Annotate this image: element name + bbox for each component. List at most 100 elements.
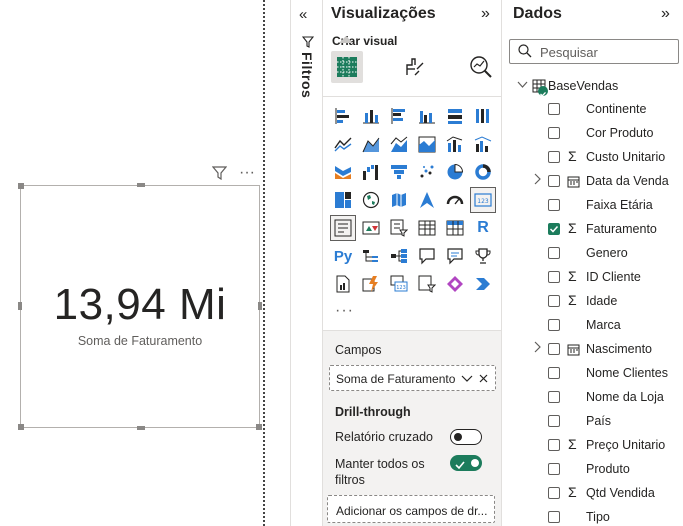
matrix-icon[interactable] — [443, 216, 467, 240]
filled-map-icon[interactable] — [387, 188, 411, 212]
more-visuals-chevron-icon[interactable] — [471, 272, 495, 296]
keep-all-filters-toggle[interactable] — [450, 455, 482, 471]
area-chart-icon[interactable] — [359, 132, 383, 156]
resize-handle[interactable] — [256, 424, 262, 430]
treemap-icon[interactable] — [331, 188, 355, 212]
line-clustered-column-icon[interactable] — [471, 132, 495, 156]
stacked-bar-chart-icon[interactable] — [331, 104, 355, 128]
card-visual[interactable]: 13,94 Mi Soma de Faturamento — [18, 183, 262, 430]
kpi-icon[interactable] — [359, 216, 383, 240]
field-row[interactable]: Σ Qtd Vendida — [503, 482, 683, 506]
table-icon[interactable] — [415, 216, 439, 240]
resize-handle[interactable] — [18, 424, 24, 430]
get-more-visuals-ellipsis[interactable]: ··· — [335, 302, 354, 320]
field-row[interactable]: País — [503, 410, 683, 434]
qna-icon[interactable] — [415, 244, 439, 268]
slicer-icon[interactable] — [387, 216, 411, 240]
chevron-right-icon[interactable] — [532, 341, 542, 356]
search-input[interactable]: Pesquisar — [509, 39, 679, 64]
field-checkbox[interactable] — [548, 415, 560, 427]
add-drillthrough-fields[interactable]: Adicionar os campos de dr... — [327, 495, 495, 523]
r-script-visual-icon[interactable]: R — [471, 216, 495, 240]
field-checkbox[interactable] — [548, 319, 560, 331]
field-row[interactable]: Nome Clientes — [503, 362, 683, 386]
fields-well[interactable]: Soma de Faturamento — [329, 365, 496, 391]
field-row[interactable]: Σ Custo Unitario — [503, 146, 683, 170]
100-stacked-area-icon[interactable] — [415, 132, 439, 156]
collapse-icon[interactable]: « — [299, 6, 307, 23]
donut-chart-icon[interactable] — [471, 160, 495, 184]
field-row[interactable]: Nascimento — [503, 338, 683, 362]
field-row[interactable]: Tipo — [503, 506, 683, 526]
clustered-column-chart-icon[interactable] — [415, 104, 439, 128]
field-checkbox[interactable] — [548, 223, 560, 235]
field-checkbox[interactable] — [548, 271, 560, 283]
field-checkbox[interactable] — [548, 511, 560, 523]
cross-report-toggle[interactable] — [450, 429, 482, 445]
format-visual-tab[interactable] — [399, 51, 431, 83]
python-visual-icon[interactable]: Py — [331, 244, 355, 268]
azure-map-icon[interactable] — [415, 188, 439, 212]
goals-trophy-icon[interactable] — [471, 244, 495, 268]
100-stacked-column-icon[interactable] — [471, 104, 495, 128]
funnel-chart-icon[interactable] — [387, 160, 411, 184]
resize-handle[interactable] — [18, 183, 24, 189]
field-row[interactable]: Produto — [503, 458, 683, 482]
field-row[interactable]: Nome da Loja — [503, 386, 683, 410]
key-influencers-icon[interactable] — [359, 244, 383, 268]
more-options-icon[interactable]: ··· — [238, 164, 256, 182]
field-row[interactable]: Data da Venda — [503, 170, 683, 194]
multi-row-card-icon[interactable] — [330, 215, 356, 241]
decomposition-tree-icon[interactable] — [387, 244, 411, 268]
chevron-down-icon[interactable] — [517, 77, 528, 95]
field-checkbox[interactable] — [548, 487, 560, 499]
field-checkbox[interactable] — [548, 439, 560, 451]
smart-narrative-icon[interactable] — [443, 244, 467, 268]
filter-icon[interactable] — [210, 164, 228, 182]
build-visual-tab[interactable] — [331, 51, 363, 83]
line-chart-icon[interactable] — [331, 132, 355, 156]
stacked-area-chart-icon[interactable] — [387, 132, 411, 156]
field-row[interactable]: Genero — [503, 242, 683, 266]
chevron-down-icon[interactable] — [461, 371, 473, 389]
field-row[interactable]: Σ Preço Unitario — [503, 434, 683, 458]
resize-handle[interactable] — [137, 183, 145, 187]
field-checkbox[interactable] — [548, 175, 560, 187]
field-checkbox[interactable] — [548, 343, 560, 355]
field-checkbox[interactable] — [548, 391, 560, 403]
field-checkbox[interactable] — [548, 463, 560, 475]
filters-label[interactable]: Filtros — [299, 52, 315, 98]
scatter-chart-icon[interactable] — [415, 160, 439, 184]
paginated-report-icon[interactable] — [331, 272, 355, 296]
field-checkbox[interactable] — [548, 127, 560, 139]
field-checkbox[interactable] — [548, 199, 560, 211]
waterfall-chart-icon[interactable] — [359, 160, 383, 184]
button-slicer-icon[interactable] — [415, 272, 439, 296]
field-row[interactable]: Faixa Etária — [503, 194, 683, 218]
power-automate-icon[interactable] — [359, 272, 383, 296]
field-row[interactable]: Marca — [503, 314, 683, 338]
field-checkbox[interactable] — [548, 295, 560, 307]
analytics-tab[interactable] — [465, 51, 497, 83]
expand-icon[interactable]: » — [481, 5, 490, 23]
field-checkbox[interactable] — [548, 247, 560, 259]
resize-handle[interactable] — [137, 426, 145, 430]
field-row[interactable]: Σ Faturamento — [503, 218, 683, 242]
table-node[interactable]: BaseVendas — [517, 76, 618, 97]
line-stacked-column-icon[interactable] — [443, 132, 467, 156]
map-globe-icon[interactable] — [359, 188, 383, 212]
gauge-icon[interactable] — [443, 188, 467, 212]
ribbon-chart-icon[interactable] — [331, 160, 355, 184]
expand-icon[interactable]: » — [661, 5, 670, 23]
power-apps-icon[interactable] — [443, 272, 467, 296]
field-checkbox[interactable] — [548, 367, 560, 379]
field-row[interactable]: Continente — [503, 98, 683, 122]
field-checkbox[interactable] — [548, 151, 560, 163]
clustered-bar-chart-icon[interactable] — [387, 104, 411, 128]
stacked-column-chart-icon[interactable] — [359, 104, 383, 128]
card-new-icon[interactable]: 123 — [387, 272, 411, 296]
card-visual-icon[interactable]: 123 — [470, 187, 496, 213]
chevron-right-icon[interactable] — [532, 173, 542, 188]
close-icon[interactable] — [478, 371, 489, 389]
field-checkbox[interactable] — [548, 103, 560, 115]
